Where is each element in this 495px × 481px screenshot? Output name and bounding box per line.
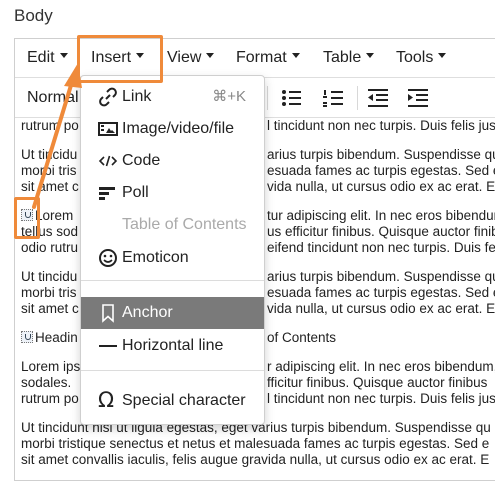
insert-toc-item[interactable]: Table of Contents bbox=[81, 209, 264, 241]
text-fragment: eifend tincidunt non nec turpis. Duis fe… bbox=[267, 240, 495, 255]
toolbar-divider bbox=[267, 86, 268, 110]
toolbar-divider bbox=[357, 86, 358, 110]
anchor-marker-highlight bbox=[14, 197, 40, 239]
insert-poll-label: Poll bbox=[122, 184, 149, 201]
insert-poll-item[interactable]: Poll bbox=[81, 177, 264, 209]
menu-view[interactable]: View bbox=[161, 39, 220, 77]
text-fragment: arius turpis bibendum. Suspendisse qu bbox=[267, 147, 495, 162]
text-fragment: morbi tris bbox=[21, 285, 77, 300]
outdent-icon[interactable] bbox=[365, 86, 391, 110]
text-fragment: Ut tincidu bbox=[21, 269, 78, 284]
insert-special-character-item[interactable]: Ω Special character bbox=[81, 385, 264, 417]
text-fragment: odio rutru bbox=[21, 240, 79, 255]
text-fragment: tur adipiscing elit. In nec eros bibendu… bbox=[267, 208, 495, 223]
insert-emoticon-label: Emoticon bbox=[122, 249, 189, 266]
insert-link-item[interactable]: Link ⌘+K bbox=[81, 81, 264, 113]
caret-down-icon bbox=[366, 53, 375, 59]
insert-anchor-item[interactable]: Anchor bbox=[81, 297, 264, 329]
caret-down-icon bbox=[438, 53, 447, 59]
insert-code-item[interactable]: Code bbox=[81, 145, 264, 177]
insert-anchor-label: Anchor bbox=[122, 304, 173, 321]
insert-link-label: Link bbox=[122, 88, 152, 105]
paragraph: Ut tincidunt nisl ut ligula egestas, ege… bbox=[21, 420, 495, 468]
field-label: Body bbox=[14, 6, 53, 25]
link-shortcut: ⌘+K bbox=[212, 88, 246, 105]
insert-image-item[interactable]: Image/video/file bbox=[81, 113, 264, 145]
menu-table[interactable]: Table bbox=[317, 39, 380, 77]
text-fragment: sit amet c bbox=[21, 179, 79, 194]
numbered-list-icon[interactable] bbox=[320, 86, 346, 110]
text-fragment: l tincidunt non nec turpis. Duis felis j… bbox=[267, 118, 495, 133]
image-icon bbox=[98, 119, 118, 139]
text-fragment: arius turpis bibendum. Suspendisse qu bbox=[267, 269, 495, 284]
block-format-select[interactable]: Normal bbox=[27, 78, 79, 117]
menu-tools-label: Tools bbox=[396, 49, 434, 66]
caret-down-icon bbox=[291, 53, 300, 59]
insert-code-label: Code bbox=[122, 152, 161, 169]
text-fragment: morbi tris bbox=[21, 163, 77, 178]
anchor-marker-icon[interactable] bbox=[21, 331, 33, 343]
poll-icon bbox=[98, 183, 118, 203]
menu-divider bbox=[81, 280, 264, 281]
menu-format-label: Format bbox=[236, 49, 287, 66]
text-fragment: esuada fames ac turpis egestas. Sed e bbox=[267, 163, 495, 178]
menu-tools[interactable]: Tools bbox=[390, 39, 452, 77]
indent-icon[interactable] bbox=[405, 86, 431, 110]
text-fragment: esuada fames ac turpis egestas. Sed e bbox=[267, 285, 495, 300]
menu-format[interactable]: Format bbox=[230, 39, 306, 77]
omega-icon: Ω bbox=[98, 388, 115, 412]
text-fragment: l tincidunt non nec turpis. Duis felis j… bbox=[267, 391, 495, 406]
emoticon-icon bbox=[98, 248, 118, 268]
text-fragment: morbi tristique senectus et netus et mal… bbox=[21, 436, 490, 451]
insert-image-label: Image/video/file bbox=[122, 120, 235, 137]
text-fragment: rutrum po bbox=[21, 391, 79, 406]
menu-edit-label: Edit bbox=[27, 49, 55, 66]
menu-divider bbox=[81, 370, 264, 371]
text-fragment: sit amet convallis iaculis, felis augue … bbox=[21, 452, 490, 467]
menu-view-label: View bbox=[167, 49, 202, 66]
text-fragment: sit amet c bbox=[21, 301, 79, 316]
caret-down-icon bbox=[206, 53, 215, 59]
horizontal-line-icon bbox=[98, 336, 118, 356]
link-icon bbox=[98, 87, 118, 107]
text-fragment: of Contents bbox=[267, 330, 337, 345]
text-fragment: vida nulla, ut cursus odio ex ac erat. E bbox=[267, 179, 495, 194]
text-fragment: fficitur finibus. Quisque auctor finibus bbox=[267, 375, 488, 390]
text-fragment: vida nulla, ut cursus odio ex ac erat. E bbox=[267, 301, 495, 316]
insert-toc-label: Table of Contents bbox=[122, 216, 247, 233]
insert-special-character-label: Special character bbox=[122, 392, 246, 409]
bookmark-icon bbox=[98, 303, 118, 323]
menu-edit[interactable]: Edit bbox=[21, 39, 74, 77]
text-fragment: Lorem bbox=[35, 208, 74, 223]
menu-table-label: Table bbox=[323, 49, 362, 66]
text-fragment: Lorem ips bbox=[21, 359, 81, 374]
caret-down-icon bbox=[59, 53, 68, 59]
code-icon bbox=[98, 151, 118, 171]
bullet-list-icon[interactable] bbox=[278, 86, 304, 110]
insert-horizontal-line-label: Horizontal line bbox=[122, 337, 224, 354]
text-fragment: Ut tincidu bbox=[21, 147, 78, 162]
text-fragment: sodales. bbox=[21, 375, 72, 390]
text-fragment: r adipiscing elit. In nec eros bibendum, bbox=[267, 359, 495, 374]
text-fragment: Headin bbox=[35, 330, 78, 345]
insert-menu-dropdown: Link ⌘+K Image/video/file Code Poll Tabl… bbox=[80, 75, 265, 425]
insert-emoticon-item[interactable]: Emoticon bbox=[81, 242, 264, 274]
text-fragment: us efficitur finibus. Quisque auctor fin… bbox=[267, 224, 495, 239]
insert-horizontal-line-item[interactable]: Horizontal line bbox=[81, 330, 264, 362]
text-fragment: rutrum po bbox=[21, 118, 79, 133]
insert-menu-highlight bbox=[77, 35, 163, 83]
